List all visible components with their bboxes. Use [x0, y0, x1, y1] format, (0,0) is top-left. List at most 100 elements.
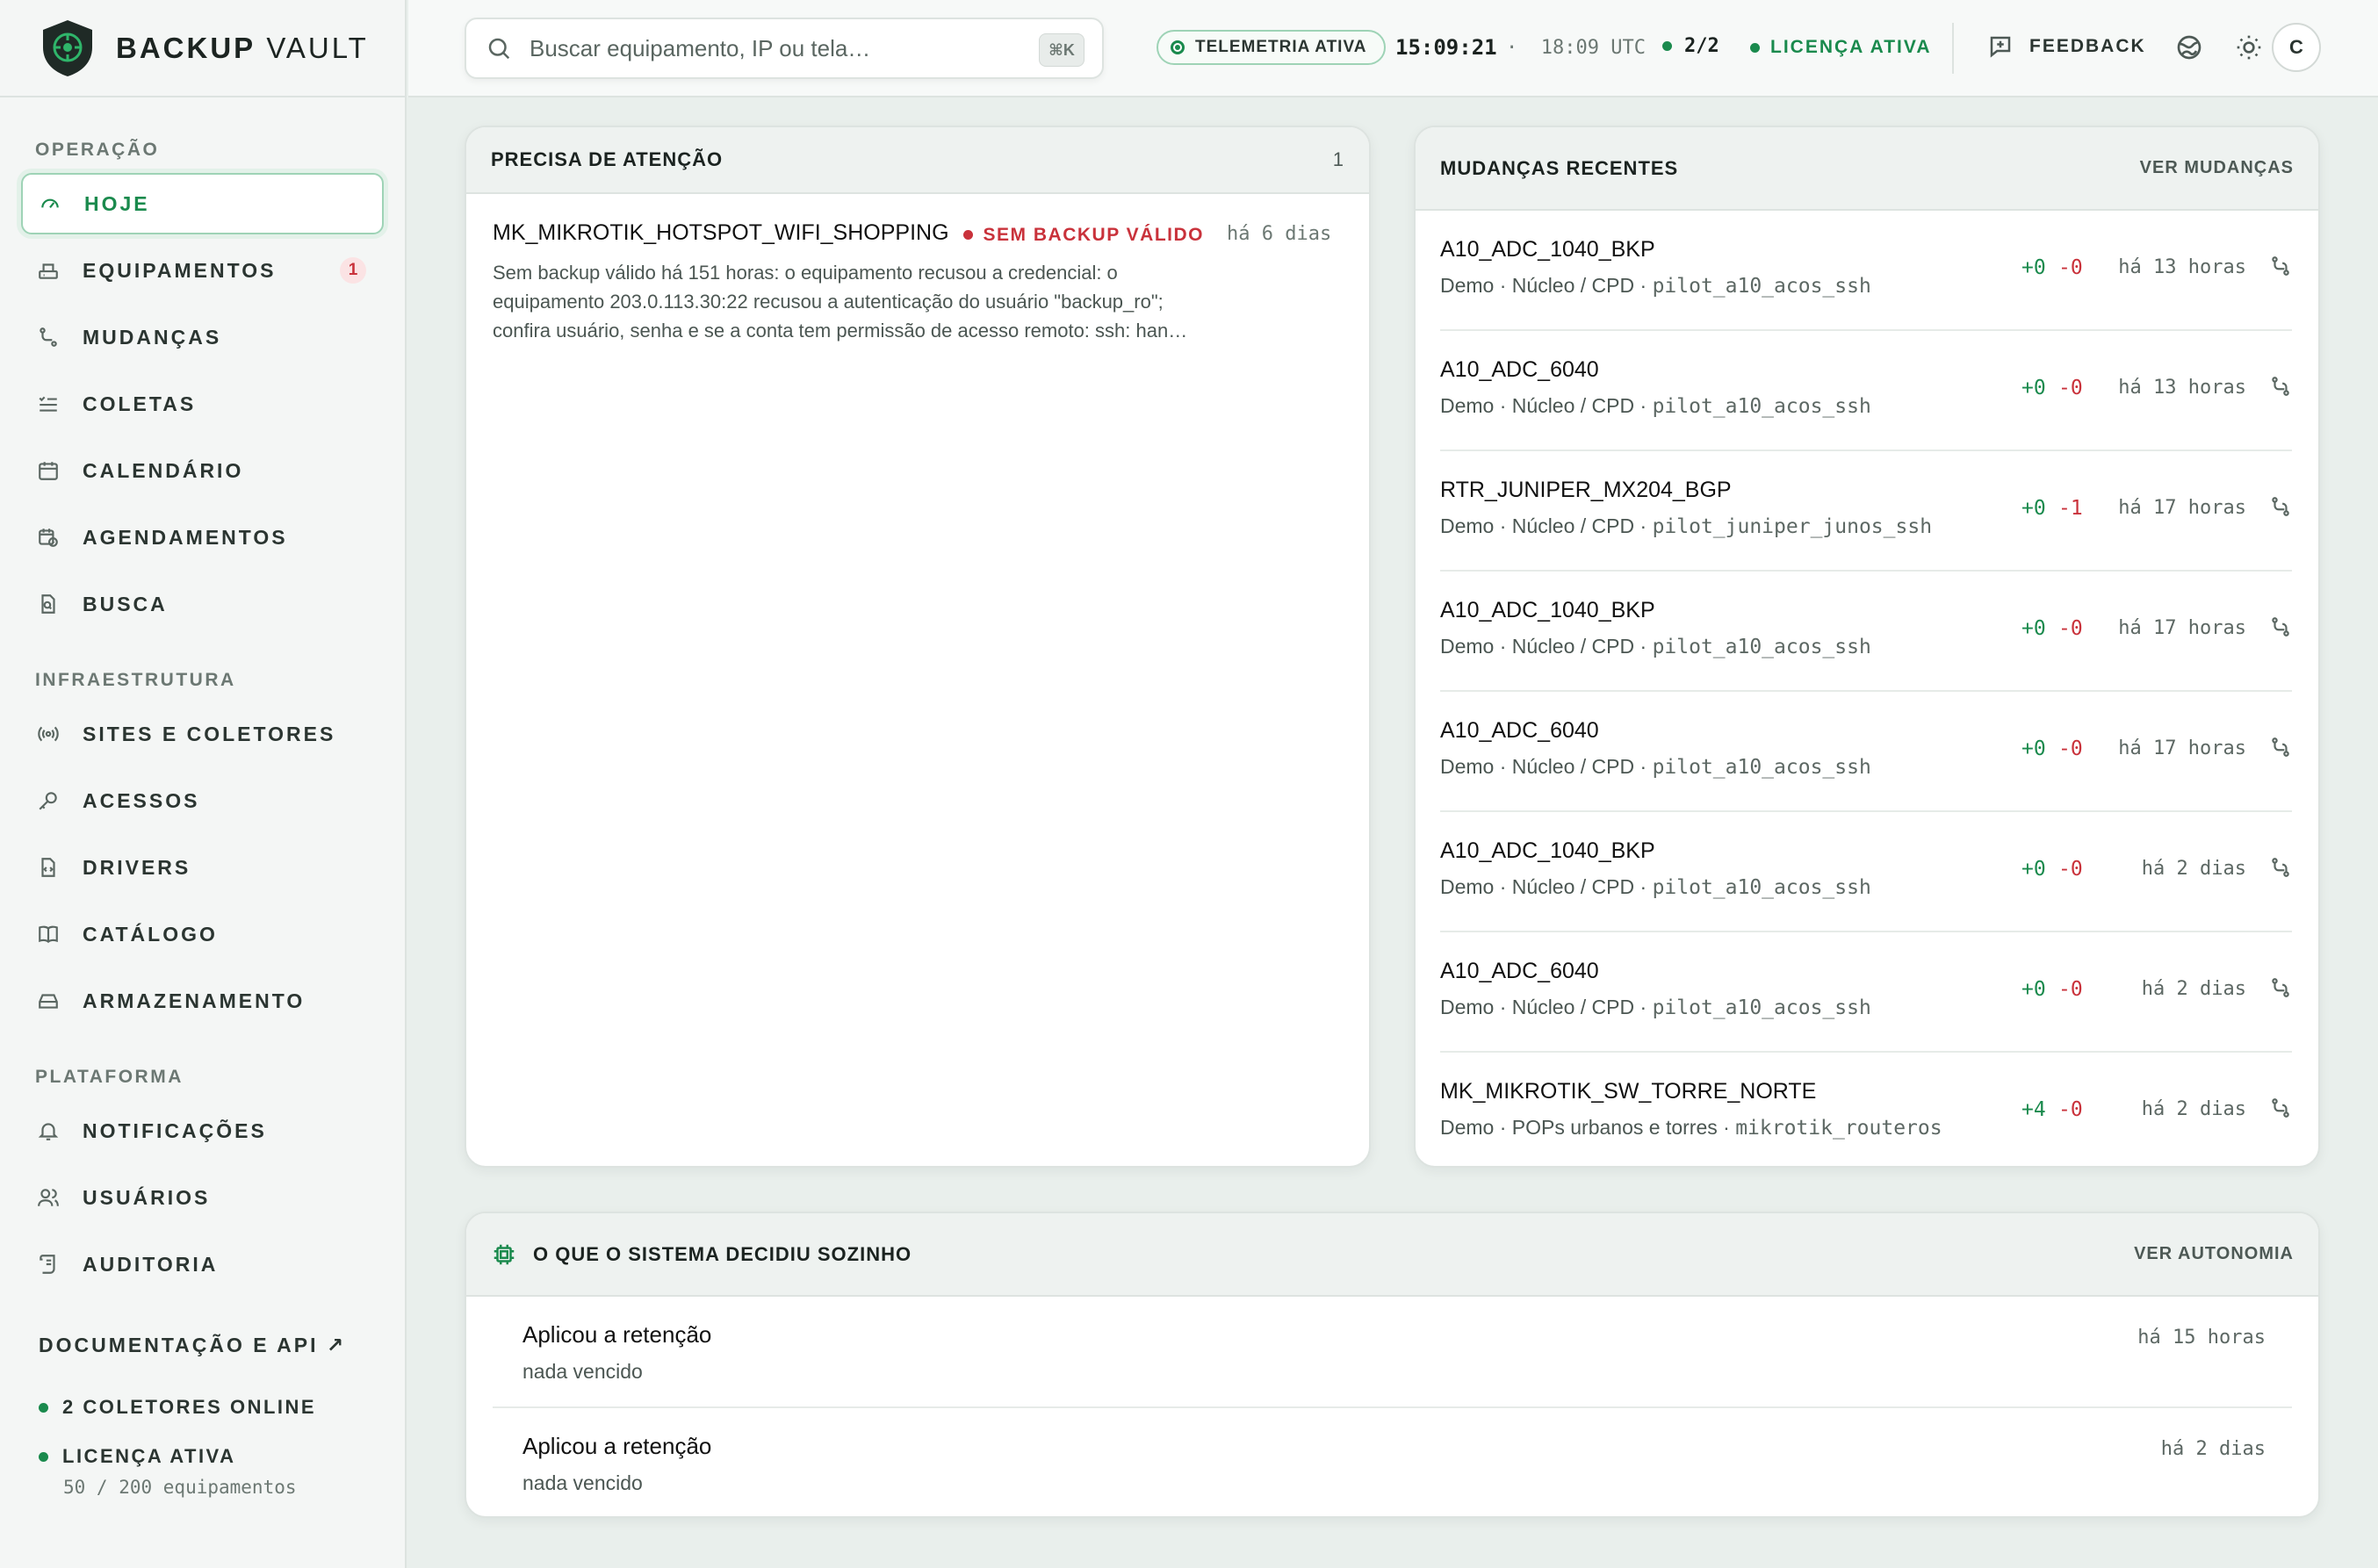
autonomy-header: O QUE O SISTEMA DECIDIU SOZINHO VER AUTO…: [466, 1213, 2318, 1297]
key-icon: [37, 789, 60, 812]
sidebar-item-agendamentos[interactable]: AGENDAMENTOS: [21, 507, 384, 568]
list-check-icon: [37, 392, 60, 415]
sidebar-item-notificacoes[interactable]: NOTIFICAÇÕES: [21, 1100, 384, 1162]
timestamp: há 2 dias: [2141, 858, 2246, 880]
driver-name: pilot_a10_acos_ssh: [1652, 395, 1871, 418]
timestamp: há 13 horas: [2118, 377, 2246, 399]
bell-icon: [37, 1119, 60, 1142]
docs-api-link[interactable]: DOCUMENTAÇÃO E API ↗: [39, 1334, 405, 1357]
driver-name: pilot_juniper_junos_ssh: [1652, 515, 1933, 538]
recent-changes-card: MUDANÇAS RECENTES VER MUDANÇAS A10_ADC_1…: [1414, 126, 2320, 1168]
device-meta: Demo · Núcleo / CPD · pilot_a10_acos_ssh: [1440, 635, 1871, 658]
sun-icon[interactable]: [2235, 33, 2263, 61]
lines-added: +0: [2021, 256, 2046, 279]
git-compare-icon[interactable]: [2269, 255, 2292, 277]
git-compare-icon[interactable]: [2269, 375, 2292, 398]
change-row[interactable]: MK_MIKROTIK_SW_TORRE_NORTE Demo · POPs u…: [1440, 1053, 2292, 1166]
change-row[interactable]: A10_ADC_6040 Demo · Núcleo / CPD · pilot…: [1440, 692, 2292, 812]
sidebar-item-sites-coletores[interactable]: SITES E COLETORES: [21, 703, 384, 765]
attention-card: PRECISA DE ATENÇÃO 1 MK_MIKROTIK_HOTSPOT…: [465, 126, 1371, 1168]
sidebar-item-usuarios[interactable]: USUÁRIOS: [21, 1167, 384, 1228]
change-row[interactable]: A10_ADC_1040_BKP Demo · Núcleo / CPD · p…: [1440, 211, 2292, 331]
sidebar-item-label: CALENDÁRIO: [83, 458, 244, 482]
sidebar-item-hoje[interactable]: HOJE: [21, 173, 384, 234]
sidebar-item-coletas[interactable]: COLETAS: [21, 373, 384, 435]
server-icon: [37, 259, 60, 282]
sidebar-item-calendario[interactable]: CALENDÁRIO: [21, 440, 384, 501]
changes-header: MUDANÇAS RECENTES VER MUDANÇAS: [1416, 127, 2318, 211]
git-compare-icon[interactable]: [2269, 976, 2292, 999]
autonomy-row[interactable]: Aplicou a retenção nada vencido há 2 dia…: [493, 1408, 2292, 1516]
view-autonomy-link[interactable]: VER AUTONOMIA: [2134, 1244, 2294, 1264]
timestamp: há 15 horas: [2137, 1327, 2266, 1349]
sidebar-item-auditoria[interactable]: AUDITORIA: [21, 1234, 384, 1295]
git-compare-icon[interactable]: [2269, 736, 2292, 759]
sidebar-item-busca[interactable]: BUSCA: [21, 573, 384, 635]
local-clock: 15:09:21: [1395, 35, 1497, 60]
change-row[interactable]: A10_ADC_6040 Demo · Núcleo / CPD · pilot…: [1440, 932, 2292, 1053]
sidebar-nav: OPERAÇÃO HOJE EQUIPAMENTOS 1 MUDANÇAS CO…: [0, 97, 405, 1295]
section-title-operacao: OPERAÇÃO: [35, 140, 160, 160]
device-name: MK_MIKROTIK_SW_TORRE_NORTE: [1440, 1079, 1817, 1104]
lines-removed: -0: [2058, 737, 2083, 760]
git-compare-icon[interactable]: [2269, 495, 2292, 518]
feedback-button[interactable]: FEEDBACK: [1987, 33, 2146, 60]
change-row[interactable]: A10_ADC_1040_BKP Demo · Núcleo / CPD · p…: [1440, 812, 2292, 932]
change-row[interactable]: RTR_JUNIPER_MX204_BGP Demo · Núcleo / CP…: [1440, 451, 2292, 572]
sidebar-item-label: ACESSOS: [83, 788, 200, 812]
telemetry-dot-icon: [1171, 40, 1185, 54]
search-input[interactable]: [530, 34, 1021, 62]
sidebar-item-acessos[interactable]: ACESSOS: [21, 770, 384, 831]
section-title-infraestrutura: INFRAESTRUTURA: [35, 670, 236, 690]
device-name: A10_ADC_6040: [1440, 718, 1599, 743]
card-title: MUDANÇAS RECENTES: [1440, 156, 1679, 179]
lines-removed: -0: [2058, 256, 2083, 279]
lines-removed: -1: [2058, 497, 2083, 520]
alert-dot-icon: [962, 230, 973, 240]
brand[interactable]: BACKUP VAULT: [0, 0, 405, 97]
timestamp: há 17 horas: [2118, 497, 2246, 519]
attention-description: Sem backup válido há 151 horas: o equipa…: [493, 262, 1188, 342]
collectors-count[interactable]: 2/2: [1662, 35, 1719, 57]
decision-detail: nada vencido: [522, 1360, 643, 1383]
lines-removed: -0: [2058, 858, 2083, 881]
sidebar-item-catalogo[interactable]: CATÁLOGO: [21, 903, 384, 965]
autonomy-card: O QUE O SISTEMA DECIDIU SOZINHO VER AUTO…: [465, 1212, 2320, 1518]
timestamp: há 6 dias: [1227, 223, 1332, 245]
view-changes-link[interactable]: VER MUDANÇAS: [2140, 158, 2294, 178]
lines-added: +0: [2021, 617, 2046, 640]
sidebar-item-label: AUDITORIA: [83, 1252, 219, 1276]
driver-name: pilot_a10_acos_ssh: [1652, 275, 1871, 298]
search-box[interactable]: ⌘K: [465, 18, 1104, 79]
globe-icon[interactable]: [2175, 33, 2203, 61]
telemetry-status[interactable]: TELEMETRIA ATIVA: [1157, 30, 1387, 65]
timestamp: há 2 dias: [2160, 1438, 2266, 1460]
sidebar-item-armazenamento[interactable]: ARMAZENAMENTO: [21, 970, 384, 1032]
git-compare-icon[interactable]: [2269, 856, 2292, 879]
git-compare-icon[interactable]: [2269, 615, 2292, 638]
sidebar-item-label: AGENDAMENTOS: [83, 525, 288, 549]
change-row[interactable]: A10_ADC_6040 Demo · Núcleo / CPD · pilot…: [1440, 331, 2292, 451]
lines-removed: -0: [2058, 377, 2083, 399]
collectors-dot-icon: [1662, 41, 1672, 51]
lines-added: +0: [2021, 858, 2046, 881]
device-name: RTR_JUNIPER_MX204_BGP: [1440, 478, 1732, 502]
license-dot-icon: [39, 1451, 48, 1462]
avatar[interactable]: C: [2272, 23, 2321, 72]
device-name[interactable]: MK_MIKROTIK_HOTSPOT_WIFI_SHOPPING: [493, 220, 949, 246]
driver-name: pilot_a10_acos_ssh: [1652, 876, 1871, 899]
autonomy-row[interactable]: Aplicou a retenção nada vencido há 15 ho…: [493, 1297, 2292, 1408]
git-compare-icon[interactable]: [2269, 1097, 2292, 1119]
sidebar-item-mudancas[interactable]: MUDANÇAS: [21, 306, 384, 368]
card-title: O QUE O SISTEMA DECIDIU SOZINHO: [533, 1242, 912, 1265]
sidebar-item-drivers[interactable]: DRIVERS: [21, 837, 384, 898]
book-icon: [37, 923, 60, 946]
section-title-plataforma: PLATAFORMA: [35, 1067, 184, 1087]
sidebar-item-label: COLETAS: [83, 392, 197, 415]
timestamp: há 2 dias: [2141, 1098, 2246, 1120]
attention-item[interactable]: MK_MIKROTIK_HOTSPOT_WIFI_SHOPPING SEM BA…: [466, 194, 1369, 345]
change-row[interactable]: A10_ADC_1040_BKP Demo · Núcleo / CPD · p…: [1440, 572, 2292, 692]
sidebar-item-equipamentos[interactable]: EQUIPAMENTOS 1: [21, 240, 384, 301]
license-indicator[interactable]: LICENÇA ATIVA: [1750, 37, 1932, 58]
online-dot-icon: [39, 1402, 48, 1413]
